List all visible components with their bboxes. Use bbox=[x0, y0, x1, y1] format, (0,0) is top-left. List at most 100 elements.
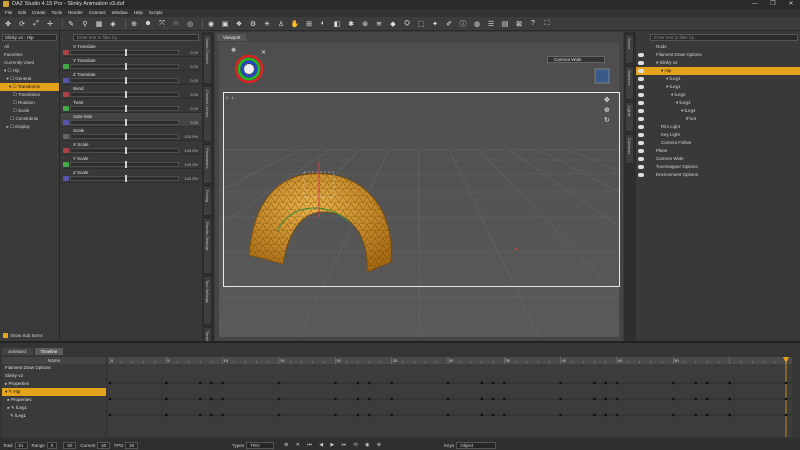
visibility-eye-icon[interactable] bbox=[638, 165, 644, 169]
range-start-field[interactable]: 0 bbox=[46, 441, 58, 449]
scene-node[interactable]: ▾ lLeg2 bbox=[636, 91, 800, 99]
slider-knob[interactable] bbox=[124, 63, 127, 70]
minimize-button[interactable]: — bbox=[746, 0, 764, 9]
slider-knob[interactable] bbox=[124, 161, 127, 168]
slider-knob[interactable] bbox=[124, 175, 127, 182]
category-all[interactable]: All bbox=[0, 43, 59, 51]
visibility-eye-icon[interactable] bbox=[638, 149, 644, 153]
axis-lock-icon[interactable] bbox=[63, 162, 69, 167]
visibility-eye-icon[interactable] bbox=[638, 77, 644, 81]
slider-knob[interactable] bbox=[124, 105, 127, 112]
figure-icon[interactable]: ♙ bbox=[276, 19, 286, 29]
iray-icon[interactable]: ◍ bbox=[472, 19, 482, 29]
scene-search-input[interactable]: Enter text to filter by... bbox=[650, 34, 798, 41]
scene-node[interactable]: lFoot bbox=[636, 115, 800, 123]
render-settings-icon[interactable]: ⚙ bbox=[248, 19, 258, 29]
scene-node[interactable]: Tonemapper Options bbox=[636, 163, 800, 171]
scene-node[interactable]: Plane bbox=[636, 147, 800, 155]
menu-tools[interactable]: Tools bbox=[49, 9, 66, 17]
menu-window[interactable]: Window bbox=[109, 9, 131, 17]
parameter-row[interactable]: Y Translate 0.00 bbox=[61, 57, 201, 71]
scene-node[interactable]: ▾ lLeg3 bbox=[636, 99, 800, 107]
axis-lock-icon[interactable] bbox=[63, 120, 69, 125]
visibility-eye-icon[interactable] bbox=[638, 101, 644, 105]
scene-node[interactable]: ▾ lLeg1 bbox=[636, 75, 800, 83]
help-icon[interactable]: ? bbox=[528, 19, 538, 29]
select-icon[interactable]: ⬚ bbox=[416, 19, 426, 29]
timeline-row[interactable]: Slinky v2 bbox=[2, 372, 106, 380]
fps-field[interactable]: 30 bbox=[125, 441, 139, 449]
visibility-eye-icon[interactable] bbox=[638, 109, 644, 113]
view-cube-controls[interactable]: ✥ ⊕ ↻ bbox=[592, 64, 616, 124]
total-field[interactable]: 61 bbox=[14, 441, 28, 449]
region-nav-icon[interactable]: ⊕ bbox=[129, 19, 139, 29]
camera-orbit-icon[interactable]: ✥ ✕ bbox=[229, 45, 269, 85]
scene-node[interactable]: Filament Draw Options bbox=[636, 51, 800, 59]
tree-item[interactable]: ☐ Scale bbox=[0, 107, 59, 115]
spot-render-icon[interactable]: ◎ bbox=[185, 19, 195, 29]
scene-node[interactable]: Rim Light bbox=[636, 123, 800, 131]
axis-lock-icon[interactable] bbox=[63, 176, 69, 181]
paint-icon[interactable]: ✐ bbox=[444, 19, 454, 29]
scene-node[interactable]: ▾ lLeg1 bbox=[636, 83, 800, 91]
parameter-value[interactable]: 0.00 bbox=[190, 78, 198, 83]
figure-select[interactable]: Slinky v2 : Hip bbox=[2, 34, 57, 41]
parameter-value[interactable]: 100.0% bbox=[184, 148, 198, 153]
parameter-row[interactable]: Bend 0.00 bbox=[61, 85, 201, 99]
scene-node[interactable]: ▾ lLeg4 bbox=[636, 107, 800, 115]
tree-item[interactable]: ▾ ☐ General bbox=[0, 75, 59, 83]
transform-icon[interactable]: ⤧ bbox=[157, 19, 167, 29]
geometry-editor-icon[interactable]: ▦ bbox=[94, 19, 104, 29]
camera-icon[interactable]: ▣ bbox=[220, 19, 230, 29]
chat-icon[interactable]: ☰ bbox=[486, 19, 496, 29]
parameter-value[interactable]: 100.0% bbox=[184, 176, 198, 181]
slider-knob[interactable] bbox=[124, 91, 127, 98]
menu-connect[interactable]: Connect bbox=[86, 9, 109, 17]
joint-editor-icon[interactable]: ⚲ bbox=[80, 19, 90, 29]
tab-timeline[interactable]: Timeline bbox=[34, 348, 64, 355]
menu-scripts[interactable]: Scripts bbox=[146, 9, 166, 17]
parameter-value[interactable]: 100.0% bbox=[184, 134, 198, 139]
parameter-row[interactable]: Y Scale 100.0% bbox=[61, 155, 201, 169]
timeline-track-area[interactable]: 0 5 10 15 20 25 30 35 40 45 50 bbox=[108, 357, 792, 437]
menu-create[interactable]: Create bbox=[29, 9, 49, 17]
visibility-eye-icon[interactable] bbox=[638, 173, 644, 177]
visibility-eye-icon[interactable] bbox=[638, 157, 644, 161]
viewport-tab[interactable]: Viewport bbox=[217, 34, 247, 41]
parameter-value[interactable]: 0.00 bbox=[190, 50, 198, 55]
motion-icon[interactable]: ≋ bbox=[374, 19, 384, 29]
category-currently-used[interactable]: Currently Used bbox=[0, 59, 59, 67]
node-weight-icon[interactable]: ✎ bbox=[66, 19, 76, 29]
aniblock-icon[interactable]: ⊛ bbox=[360, 19, 370, 29]
surface-icon[interactable]: ◧ bbox=[332, 19, 342, 29]
visibility-eye-icon[interactable] bbox=[638, 69, 644, 73]
tree-item[interactable]: ▾ ☐ Hip bbox=[0, 67, 59, 75]
visibility-eye-icon[interactable] bbox=[638, 53, 644, 57]
parameter-row[interactable]: X Translate 0.00 bbox=[61, 43, 201, 57]
vertical-tab[interactable]: Smart Content bbox=[203, 34, 212, 84]
types-select[interactable]: TRO bbox=[246, 441, 275, 449]
tree-item[interactable]: ▸ ☐ Display bbox=[0, 123, 59, 131]
slider-knob[interactable] bbox=[124, 49, 127, 56]
parameter-row[interactable]: Scale 100.0% bbox=[61, 127, 201, 141]
axis-lock-icon[interactable] bbox=[63, 64, 69, 69]
hand-icon[interactable]: ✋ bbox=[290, 19, 300, 29]
category-favorites[interactable]: Favorites bbox=[0, 51, 59, 59]
slider-knob[interactable] bbox=[124, 133, 127, 140]
parameter-row[interactable]: Z Scale 100.0% bbox=[61, 169, 201, 183]
morph-icon[interactable]: ◐ bbox=[318, 19, 328, 29]
vertical-tab[interactable]: Render Settings bbox=[203, 217, 212, 274]
timeline-row[interactable]: ▸ Properties bbox=[2, 380, 106, 388]
axis-lock-icon[interactable] bbox=[63, 50, 69, 55]
slider-knob[interactable] bbox=[124, 77, 127, 84]
puppeteer-icon[interactable]: ✱ bbox=[346, 19, 356, 29]
vertical-tab[interactable]: Parameters bbox=[203, 143, 212, 184]
menu-edit[interactable]: Edit bbox=[15, 9, 29, 17]
fullscreen-icon[interactable]: ⛶ bbox=[542, 19, 552, 29]
show-sub-items-checkbox[interactable]: Show Sub Items bbox=[3, 333, 43, 338]
visibility-eye-icon[interactable] bbox=[638, 125, 644, 129]
visibility-eye-icon[interactable] bbox=[638, 117, 644, 121]
parameter-value[interactable]: 0.00 bbox=[190, 92, 198, 97]
image-icon[interactable]: ▤ bbox=[500, 19, 510, 29]
light-icon[interactable]: ☀ bbox=[262, 19, 272, 29]
